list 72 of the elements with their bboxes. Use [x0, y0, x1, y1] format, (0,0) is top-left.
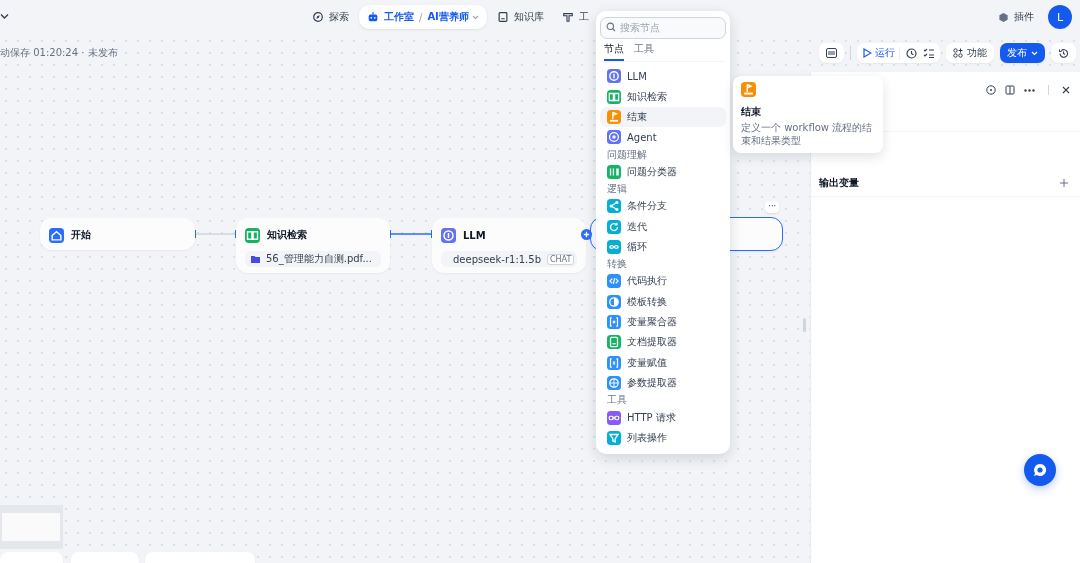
avatar[interactable]: L	[1048, 5, 1072, 29]
clock-icon[interactable]	[906, 47, 917, 59]
chevron-down-icon[interactable]	[0, 13, 9, 20]
checklist-icon[interactable]	[923, 47, 934, 59]
circle-icon	[441, 227, 456, 243]
node-type-item[interactable]: 条件分支	[600, 195, 726, 217]
node-type-item[interactable]: 列表操作	[600, 427, 726, 449]
autosave-status: 动保存 01:20:24 · 未发布	[0, 46, 118, 60]
plus-icon[interactable]	[1060, 179, 1068, 187]
robot-icon	[367, 11, 379, 23]
node-title: 知识检索	[267, 228, 307, 242]
node-type-item[interactable]: 迭代	[600, 216, 726, 237]
features-button[interactable]: 功能	[946, 43, 994, 63]
node-type-item[interactable]: 结束	[600, 106, 726, 128]
env-button[interactable]	[819, 43, 844, 63]
node-type-item[interactable]: 变量聚合器	[600, 311, 726, 333]
more-button[interactable]: ···	[765, 201, 779, 213]
node-type-item[interactable]: 参数提取器	[600, 373, 726, 394]
publish-button[interactable]: 发布	[1000, 43, 1045, 63]
node-title: LLM	[463, 229, 486, 241]
search-icon	[606, 22, 616, 32]
nav-tab-label[interactable]: 工作室	[384, 10, 414, 24]
node-type-item[interactable]: 模板转换	[600, 291, 726, 312]
nav-tab-group[interactable]: 工作室 / AI营养师	[359, 5, 487, 29]
search-field[interactable]: 搜索节点	[600, 16, 726, 39]
tab[interactable]: 节点	[604, 40, 624, 61]
node-type-item[interactable]: 问题分类器	[600, 161, 726, 182]
workflow-node[interactable]: LLM deepseek-r1:1.5b CHAT	[432, 218, 586, 273]
node-type-item[interactable]: 文档提取器	[600, 332, 726, 353]
add-icon[interactable]	[581, 229, 592, 240]
node-title: 开始	[71, 228, 91, 242]
node-type-item[interactable]: 代码执行	[600, 271, 726, 292]
group-heading: 转换	[606, 257, 628, 272]
dataset-chip: 56_管理能力自测.pdf...	[245, 251, 381, 267]
workflow-node[interactable]: 知识检索 56_管理能力自测.pdf...	[236, 218, 390, 273]
cube-icon	[998, 11, 1009, 23]
history-button[interactable]	[1051, 43, 1076, 63]
app-selector[interactable]: AI营养师	[427, 10, 479, 24]
close-icon[interactable]	[1062, 86, 1070, 94]
group-heading: 问题理解	[606, 147, 648, 162]
compass-icon	[312, 11, 324, 23]
apps-icon	[953, 48, 963, 58]
group-heading: 逻辑	[606, 181, 628, 196]
node-type-item[interactable]: 循环	[600, 236, 726, 258]
separator: /	[419, 11, 423, 23]
nav-tab[interactable]: 知识库	[488, 5, 552, 29]
workflow-node[interactable]: 开始	[40, 218, 195, 250]
chevron-down-icon	[471, 14, 479, 20]
tab[interactable]: 工具	[634, 40, 654, 61]
folder-icon	[251, 255, 260, 263]
nav-tab[interactable]: 工	[553, 5, 597, 29]
group-heading: 工具	[606, 393, 628, 408]
chevron-down-icon	[1031, 50, 1038, 56]
home-icon	[49, 227, 64, 243]
node-type-item[interactable]: 知识检索	[600, 86, 726, 107]
run-button[interactable]: 运行	[863, 46, 900, 60]
mode-badge: CHAT	[547, 253, 575, 265]
model-chip: deepseek-r1:1.5b CHAT	[441, 251, 577, 267]
env-icon	[826, 48, 837, 58]
chat-bubble-icon	[1032, 462, 1048, 478]
node-type-item[interactable]: 变量赋值	[600, 352, 726, 374]
nav-tab[interactable]: 探索	[304, 5, 357, 29]
play-icon	[863, 48, 872, 58]
plugins-link[interactable]: 插件	[998, 10, 1034, 24]
section-title: 输出变量	[819, 176, 859, 190]
node-type-item[interactable]: LLM	[600, 66, 726, 87]
history-icon	[1058, 47, 1069, 59]
tooltip-title: 结束	[741, 105, 762, 119]
node-type-item[interactable]: Agent	[600, 127, 726, 148]
node-type-item[interactable]: HTTP 请求	[600, 407, 726, 428]
more-icon[interactable]	[1024, 88, 1035, 92]
tooltip-description: 定义一个 workflow 流程的结束和结果类型	[741, 121, 874, 147]
